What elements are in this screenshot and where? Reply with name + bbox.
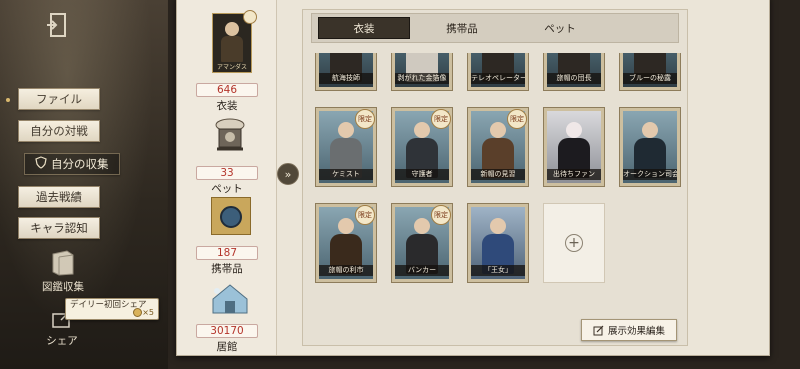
sidebar-item-past-records[interactable]: 過去戦績 — [18, 186, 100, 208]
costume-card[interactable]: 限定 ケミスト — [315, 107, 377, 187]
costume-card[interactable]: 「王女」 — [467, 203, 529, 283]
card-name: バンカー — [395, 265, 449, 276]
limited-badge: 限定 — [431, 205, 451, 225]
residence-label: 居館 — [216, 341, 238, 353]
pet-image[interactable] — [207, 115, 253, 157]
daily-share-tooltip[interactable]: デイリー初回シェア ×5 — [65, 298, 159, 320]
costume-grid: 航海技師 剥がれた金箔像 テレオペレーター 旅帽の団長 限定 ケミスト 限定 守… — [315, 53, 615, 303]
residence-image[interactable] — [209, 281, 251, 315]
costume-grid-col5: ブルーの秘露 オークション司会 — [615, 53, 685, 303]
card-name: テレオペレーター — [471, 73, 525, 84]
costume-card[interactable]: ブルーの秘露 — [619, 53, 681, 91]
pet-icon — [215, 118, 245, 151]
tab-bar: 衣装 携帯品 ペット — [311, 13, 679, 43]
card-name: ケミスト — [319, 169, 373, 180]
accessory-image[interactable] — [211, 197, 251, 235]
card-figure-head — [414, 218, 430, 234]
card-figure-head — [490, 218, 506, 234]
costume-card[interactable]: オークション司会 — [619, 107, 681, 187]
residence-count: 30170 — [196, 324, 258, 338]
sidebar-item-file[interactable]: ファイル — [18, 88, 100, 110]
card-name: オークション司会 — [623, 169, 677, 180]
codex-button[interactable]: 図鑑収集 — [38, 250, 88, 294]
card-figure-head — [566, 122, 582, 138]
residence-stat[interactable]: 30170 居館 — [177, 319, 277, 354]
card-name: 新帽の見習 — [471, 169, 525, 180]
accessory-stat[interactable]: 187 携帯品 — [177, 241, 277, 276]
card-name: 「王女」 — [471, 265, 525, 276]
active-dot-icon — [6, 98, 10, 102]
share-label: シェア — [46, 335, 78, 347]
card-figure-head — [414, 122, 430, 138]
limited-badge: 限定 — [355, 109, 375, 129]
exit-icon[interactable] — [42, 10, 72, 40]
featured-card-name: アマンダス — [216, 64, 247, 71]
costume-card[interactable]: 旅帽の団長 — [543, 53, 605, 91]
card-name: 旅帽の利市 — [319, 265, 373, 276]
costume-label: 衣装 — [216, 100, 238, 112]
collection-book: アマンダス 646 衣装 33 ペット 187 携帯品 30170 居館 » 衣… — [168, 0, 800, 369]
card-figure-head — [338, 122, 354, 138]
codex-label: 図鑑収集 — [42, 281, 84, 293]
tab-costume[interactable]: 衣装 — [318, 17, 410, 39]
costume-card[interactable]: 出待ちファン — [543, 107, 605, 187]
sidebar-item-label: 自分の収集 — [51, 157, 109, 171]
sidebar-item-label: 過去戦績 — [36, 190, 82, 204]
featured-badge-icon — [243, 10, 257, 24]
accessory-label: 携帯品 — [211, 263, 243, 275]
edit-button-label: 展示効果編集 — [607, 326, 665, 337]
reward-count: ×5 — [142, 308, 154, 317]
coin-icon — [133, 308, 142, 317]
costume-card[interactable]: テレオペレーター — [467, 53, 529, 91]
costume-card[interactable]: 限定 旅帽の利市 — [315, 203, 377, 283]
add-costume-slot[interactable]: + — [543, 203, 605, 283]
limited-badge: 限定 — [355, 205, 375, 225]
shield-icon — [35, 156, 47, 172]
collection-page: アマンダス 646 衣装 33 ペット 187 携帯品 30170 居館 » 衣… — [176, 0, 770, 356]
costume-count: 646 — [196, 83, 258, 97]
card-name: ブルーの秘露 — [623, 73, 677, 84]
sidebar-item-my-matches[interactable]: 自分の対戦 — [18, 120, 100, 142]
limited-badge: 限定 — [431, 109, 451, 129]
tab-accessory[interactable]: 携帯品 — [416, 17, 508, 39]
sidebar-item-my-collection[interactable]: 自分の収集 — [24, 153, 120, 175]
sidebar-item-label: 自分の対戦 — [30, 124, 88, 138]
costume-card[interactable]: 限定 新帽の見習 — [467, 107, 529, 187]
accessory-count: 187 — [196, 246, 258, 260]
costume-panel: 衣装 携帯品 ペット 航海技師 剥がれた金箔像 テレオペレーター 旅帽の団長 限… — [302, 9, 688, 346]
pet-stat[interactable]: 33 ペット — [177, 161, 277, 196]
stats-column: アマンダス 646 衣装 33 ペット 187 携帯品 30170 居館 — [177, 0, 277, 355]
costume-card[interactable]: 剥がれた金箔像 — [391, 53, 453, 91]
tab-pet[interactable]: ペット — [514, 17, 606, 39]
costume-card[interactable]: 航海技師 — [315, 53, 377, 91]
costume-card[interactable]: 限定 バンカー — [391, 203, 453, 283]
card-name: 旅帽の団長 — [547, 73, 601, 84]
card-name: 剥がれた金箔像 — [395, 73, 449, 84]
book-icon — [52, 250, 74, 276]
card-figure-head — [642, 122, 658, 138]
card-name: 航海技師 — [319, 73, 373, 84]
card-name: 出待ちファン — [547, 169, 601, 180]
plus-icon: + — [565, 234, 583, 252]
card-name: 守護者 — [395, 169, 449, 180]
sidebar-item-label: ファイル — [36, 92, 82, 106]
costume-featured-card[interactable]: アマンダス — [212, 10, 257, 73]
pet-count: 33 — [196, 166, 258, 180]
portrait-head — [225, 22, 239, 36]
costume-card[interactable]: 限定 守護者 — [391, 107, 453, 187]
costume-stat[interactable]: 646 衣装 — [177, 78, 277, 113]
sidebar-item-label: キャラ認知 — [30, 221, 88, 235]
sidebar: ファイル 自分の対戦 自分の収集 過去戦績 キャラ認知 図鑑収集 シェア デイリ… — [0, 0, 168, 369]
residence-icon — [212, 284, 248, 314]
card-figure-head — [338, 218, 354, 234]
pet-label: ペット — [211, 183, 243, 195]
sidebar-item-character[interactable]: キャラ認知 — [18, 217, 100, 239]
edit-display-effect-button[interactable]: 展示効果編集 — [581, 319, 677, 341]
expand-chevron-icon[interactable]: » — [277, 163, 299, 185]
accessory-gem — [220, 206, 242, 228]
portrait-body — [221, 36, 243, 62]
edit-icon — [593, 325, 604, 335]
limited-badge: 限定 — [507, 109, 527, 129]
card-figure-head — [490, 122, 506, 138]
